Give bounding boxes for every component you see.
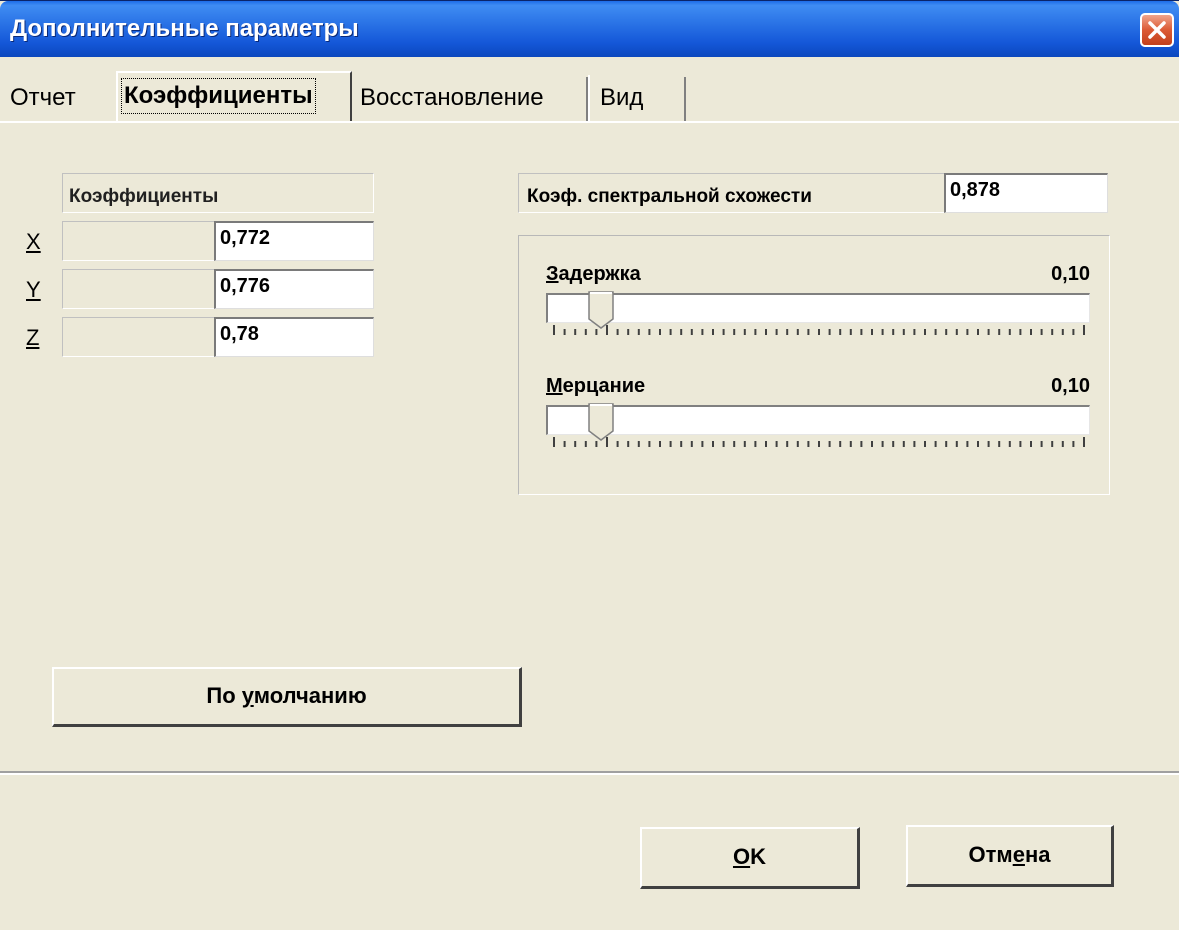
- coefficients-header: Коэффициенты: [62, 173, 374, 213]
- flicker-slider-track[interactable]: [546, 405, 1090, 435]
- coefficient-z-input[interactable]: 0,78: [214, 317, 374, 357]
- window-title: Дополнительные параметры: [10, 15, 359, 42]
- cancel-button[interactable]: Отмена: [906, 825, 1114, 887]
- flicker-slider-ticks: [553, 437, 1085, 447]
- flicker-label-rest: ерцание: [562, 375, 646, 397]
- cancel-button-accel: е: [1012, 842, 1025, 867]
- tab-view-label: Вид: [600, 84, 644, 111]
- default-button-accel: у: [241, 683, 254, 708]
- flicker-label: Мерцание: [546, 375, 645, 398]
- flicker-label-accel: М: [546, 375, 563, 397]
- axis-label-z: Z: [26, 325, 40, 350]
- ok-button-rest: K: [750, 844, 766, 869]
- tab-coefficients-label: Коэффициенты: [121, 78, 316, 114]
- tab-view[interactable]: Вид: [588, 75, 643, 121]
- coefficient-row-z: Z 0,78: [0, 317, 380, 357]
- close-button[interactable]: [1140, 13, 1174, 47]
- delay-label-accel: З: [546, 263, 559, 285]
- close-icon: [1148, 21, 1166, 39]
- title-bar[interactable]: Дополнительные параметры: [0, 1, 1179, 57]
- bottom-divider-highlight: [0, 773, 1179, 775]
- cancel-button-rest: на: [1024, 842, 1051, 867]
- tab-coefficients[interactable]: Коэффициенты: [116, 71, 352, 123]
- default-button-prefix: По: [206, 683, 242, 708]
- default-button[interactable]: По умолчанию: [52, 667, 522, 727]
- coefficients-header-label: Коэффициенты: [69, 186, 219, 207]
- tab-report[interactable]: Отчет: [10, 75, 76, 121]
- cancel-button-prefix: Отм: [968, 842, 1013, 867]
- coefficient-row-x: X 0,772: [0, 221, 380, 261]
- axis-label-x: X: [26, 229, 41, 254]
- tab-restore-label: Восстановление: [360, 84, 544, 111]
- tab-panel-border: [0, 121, 1179, 123]
- ok-button-accel: O: [732, 844, 751, 869]
- delay-slider-track[interactable]: [546, 293, 1090, 323]
- default-button-rest: молчанию: [253, 683, 367, 708]
- tab-divider: [586, 77, 588, 121]
- delay-label-rest: адержка: [558, 263, 641, 285]
- axis-label-y: Y: [26, 277, 41, 302]
- coefficient-x-input[interactable]: 0,772: [214, 221, 374, 261]
- delay-slider-ticks: [553, 325, 1085, 335]
- coefficient-y-input[interactable]: 0,776: [214, 269, 374, 309]
- spectral-similarity-input[interactable]: 0,878: [944, 173, 1108, 213]
- tab-report-label: Отчет: [10, 84, 76, 111]
- ok-button[interactable]: OK: [640, 827, 860, 889]
- tab-divider: [684, 77, 686, 121]
- delay-label: Задержка: [546, 263, 641, 286]
- flicker-value: 0,10: [1051, 375, 1090, 397]
- delay-value: 0,10: [1051, 263, 1090, 285]
- coefficient-row-y: Y 0,776: [0, 269, 380, 309]
- tab-restore[interactable]: Восстановление: [356, 75, 544, 121]
- spectral-similarity-label: Коэф. спектральной схожести: [527, 186, 812, 207]
- dialog-window: Дополнительные параметры Отчет Коэффицие…: [0, 0, 1179, 930]
